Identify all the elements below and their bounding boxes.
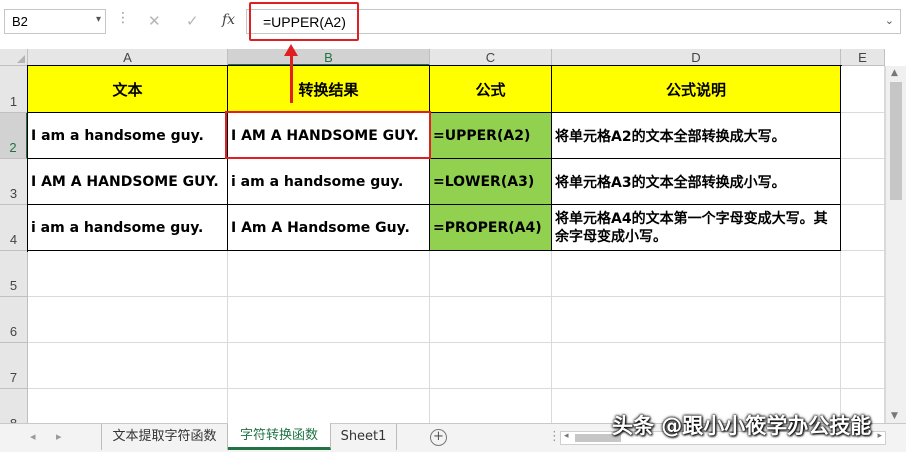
grid-cell[interactable] xyxy=(28,297,228,343)
scroll-down-icon[interactable]: ▼ xyxy=(891,411,898,421)
worksheet-grid: A B C D E 1 2 3 4 5 6 7 8 文本 转换结果 公式 公式说… xyxy=(0,49,906,423)
scroll-up-icon[interactable]: ▲ xyxy=(891,68,898,78)
formula-cell[interactable]: =UPPER(A2) xyxy=(430,113,552,159)
column-header-c[interactable]: C xyxy=(430,49,552,66)
table-cell[interactable]: i am a handsome guy. xyxy=(28,205,228,251)
grid-cell[interactable] xyxy=(228,389,430,423)
column-header-a[interactable]: A xyxy=(28,49,228,66)
formula-cell[interactable]: =LOWER(A3) xyxy=(430,159,552,205)
name-box-value: B2 xyxy=(12,14,28,29)
row-header-5[interactable]: 5 xyxy=(0,251,28,297)
grid-cell[interactable] xyxy=(552,343,841,389)
table-cell[interactable]: I Am A Handsome Guy. xyxy=(228,205,430,251)
formula-cell[interactable]: =PROPER(A4) xyxy=(430,205,552,251)
table-cell[interactable]: I am a handsome guy. xyxy=(28,113,228,159)
column-header-e[interactable]: E xyxy=(841,49,885,66)
row-header-4[interactable]: 4 xyxy=(0,205,28,251)
scroll-left-icon[interactable]: ◂ xyxy=(564,431,569,441)
sheet-tab-sheet1[interactable]: Sheet1 xyxy=(331,424,397,450)
expand-formula-bar-icon[interactable]: ⌄ xyxy=(885,14,894,27)
grid-cell[interactable] xyxy=(841,297,885,343)
formula-text[interactable]: =UPPER(A2) xyxy=(263,14,346,30)
grid-cell[interactable] xyxy=(228,251,430,297)
grid-cell[interactable] xyxy=(841,205,885,251)
description-cell[interactable]: 将单元格A4的文本第一个字母变成大写。其余字母变成小写。 xyxy=(552,205,841,251)
header-cell-description[interactable]: 公式说明 xyxy=(552,66,841,113)
row-header-6[interactable]: 6 xyxy=(0,297,28,343)
row-header-7[interactable]: 7 xyxy=(0,343,28,389)
header-cell-result[interactable]: 转换结果 xyxy=(228,66,430,113)
insert-function-icon[interactable]: fx xyxy=(222,12,235,28)
formula-highlight-box: =UPPER(A2) xyxy=(249,2,359,41)
grid-cell[interactable] xyxy=(841,159,885,205)
grid-cell[interactable] xyxy=(430,297,552,343)
grid-cell[interactable] xyxy=(841,66,885,113)
next-sheet-icon[interactable]: ▸ xyxy=(56,430,62,443)
grid-cell[interactable] xyxy=(28,251,228,297)
watermark-text: 头条 @跟小小筱学办公技能 xyxy=(612,414,872,438)
grid-cell[interactable] xyxy=(552,297,841,343)
grid-cell[interactable] xyxy=(841,251,885,297)
sheet-tab-text-extract[interactable]: 文本提取字符函数 xyxy=(101,424,228,450)
table-cell-active[interactable]: I AM A HANDSOME GUY. xyxy=(228,113,430,159)
enter-check-icon[interactable]: ✓ xyxy=(186,12,199,30)
cancel-icon[interactable]: ✕ xyxy=(148,12,161,30)
previous-sheet-icon[interactable]: ◂ xyxy=(30,430,36,443)
chevron-down-icon[interactable]: ▾ xyxy=(96,14,101,25)
formula-bar: B2 ▾ ⋮ ✕ ✓ fx ⌄ =UPPER(A2) xyxy=(0,0,906,44)
description-cell[interactable]: 将单元格A2的文本全部转换成大写。 xyxy=(552,113,841,159)
grid-cell[interactable] xyxy=(552,251,841,297)
row-header-2[interactable]: 2 xyxy=(0,113,28,159)
sheet-tab-char-convert[interactable]: 字符转换函数 xyxy=(228,423,331,450)
column-header-d[interactable]: D xyxy=(552,49,841,66)
header-cell-formula[interactable]: 公式 xyxy=(430,66,552,113)
grip-dots-icon[interactable]: ⋮ xyxy=(116,10,131,26)
column-header-b[interactable]: B xyxy=(228,49,430,66)
table-cell[interactable]: i am a handsome guy. xyxy=(228,159,430,205)
grid-cell[interactable] xyxy=(430,343,552,389)
grid-cell[interactable] xyxy=(228,343,430,389)
formula-buttons: ✕ ✓ fx xyxy=(136,9,246,34)
annotation-arrow xyxy=(290,50,293,103)
grid-cell[interactable] xyxy=(228,297,430,343)
vertical-scrollbar[interactable]: ▲ ▼ xyxy=(885,66,906,423)
grid-cell[interactable] xyxy=(28,343,228,389)
scroll-right-icon[interactable]: ▸ xyxy=(877,431,882,441)
grid-cell[interactable] xyxy=(28,389,228,423)
row-header-8[interactable]: 8 xyxy=(0,389,28,423)
grid-cell[interactable] xyxy=(430,251,552,297)
grid-cell[interactable] xyxy=(430,389,552,423)
vertical-scroll-thumb[interactable] xyxy=(890,82,902,200)
name-box[interactable]: B2 ▾ xyxy=(4,9,106,34)
select-all-corner[interactable] xyxy=(0,49,28,66)
grid-cell[interactable] xyxy=(841,343,885,389)
grid-cell[interactable] xyxy=(841,113,885,159)
table-cell[interactable]: I AM A HANDSOME GUY. xyxy=(28,159,228,205)
description-cell[interactable]: 将单元格A3的文本全部转换成小写。 xyxy=(552,159,841,205)
add-sheet-button[interactable]: + xyxy=(430,429,447,446)
row-header-1[interactable]: 1 xyxy=(0,66,28,113)
row-header-3[interactable]: 3 xyxy=(0,159,28,205)
header-cell-text[interactable]: 文本 xyxy=(28,66,228,113)
